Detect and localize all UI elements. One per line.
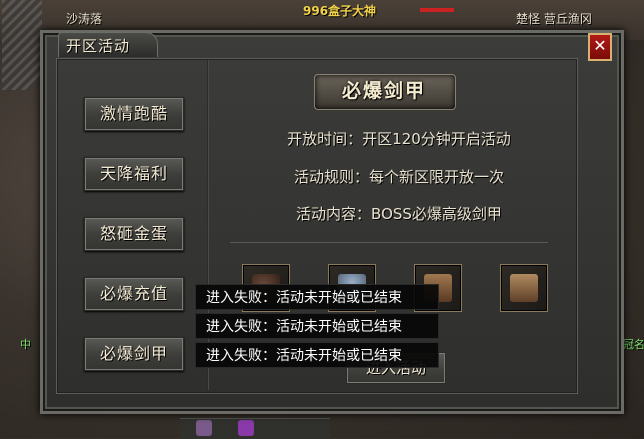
menu-item-sword-armor[interactable]: 必爆剑甲	[84, 337, 184, 371]
panel-title: 开区活动	[66, 37, 131, 55]
player-name-top: 996盒子大神	[303, 4, 377, 18]
open-time-text: 开放时间：开区120分钟开启活动	[287, 130, 511, 148]
reward-item-slot[interactable]	[500, 264, 548, 312]
player-name-right: 楚怪 营丘渔冈	[516, 12, 592, 26]
menu-item-parkour[interactable]: 激情跑酷	[84, 97, 184, 131]
npc-label-right: 冠名	[623, 338, 644, 351]
menu-item-recharge[interactable]: 必爆充值	[84, 277, 184, 311]
activity-heading: 必爆剑甲	[341, 80, 426, 102]
error-toast: 进入失败：活动未开始或已结束	[195, 284, 439, 310]
error-toast: 进入失败：活动未开始或已结束	[195, 342, 439, 368]
player-name-left: 沙涛落	[66, 12, 103, 26]
close-button[interactable]: ✕	[588, 33, 612, 61]
error-toast: 进入失败：活动未开始或已结束	[195, 313, 439, 339]
content-text: 活动内容：BOSS必爆高级剑甲	[296, 205, 502, 223]
box-icon	[510, 274, 538, 302]
menu-item-welfare[interactable]: 天降福利	[84, 157, 184, 191]
hp-bar	[420, 8, 454, 12]
panel-divider	[207, 60, 209, 390]
content-divider	[230, 242, 548, 243]
rules-text: 活动规则：每个新区限开放一次	[293, 168, 504, 186]
npc-label-left: 中	[20, 338, 31, 351]
skill-icon[interactable]	[238, 420, 254, 436]
skill-icon[interactable]	[196, 420, 212, 436]
dragon-ornament	[2, 0, 42, 90]
menu-item-golden-egg[interactable]: 怒砸金蛋	[84, 217, 184, 251]
